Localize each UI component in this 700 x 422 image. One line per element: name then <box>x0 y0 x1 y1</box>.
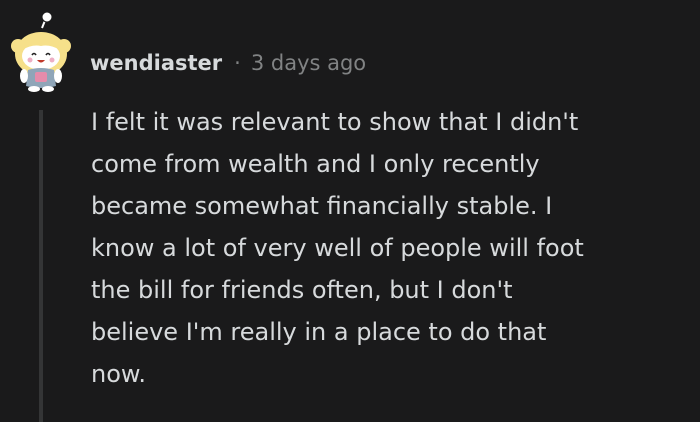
comment-body-line: I felt it was relevant to show that I di… <box>91 108 579 136</box>
author-link[interactable]: wendiaster <box>90 51 222 75</box>
comment-body-line: come from wealth and I only recently <box>91 150 540 178</box>
meta-separator: · <box>234 51 241 75</box>
comment-body-line: now. <box>91 360 146 388</box>
comment-body-line: believe I'm really in a place to do that <box>91 318 547 346</box>
comment-timestamp[interactable]: 3 days ago <box>251 51 366 75</box>
comment-body: I felt it was relevant to show that I di… <box>91 101 691 395</box>
comment-body-line: the bill for friends often, but I don't <box>91 276 513 304</box>
comment-meta: wendiaster · 3 days ago <box>90 46 366 80</box>
user-avatar[interactable] <box>10 10 72 94</box>
snoo-avatar-icon <box>11 11 71 92</box>
comment-body-line: became somewhat financially stable. I <box>91 192 553 220</box>
comment-body-line: know a lot of very well of people will f… <box>91 234 584 262</box>
thread-collapse-line[interactable] <box>39 110 43 422</box>
comment: wendiaster · 3 days ago I felt it was re… <box>0 0 700 422</box>
